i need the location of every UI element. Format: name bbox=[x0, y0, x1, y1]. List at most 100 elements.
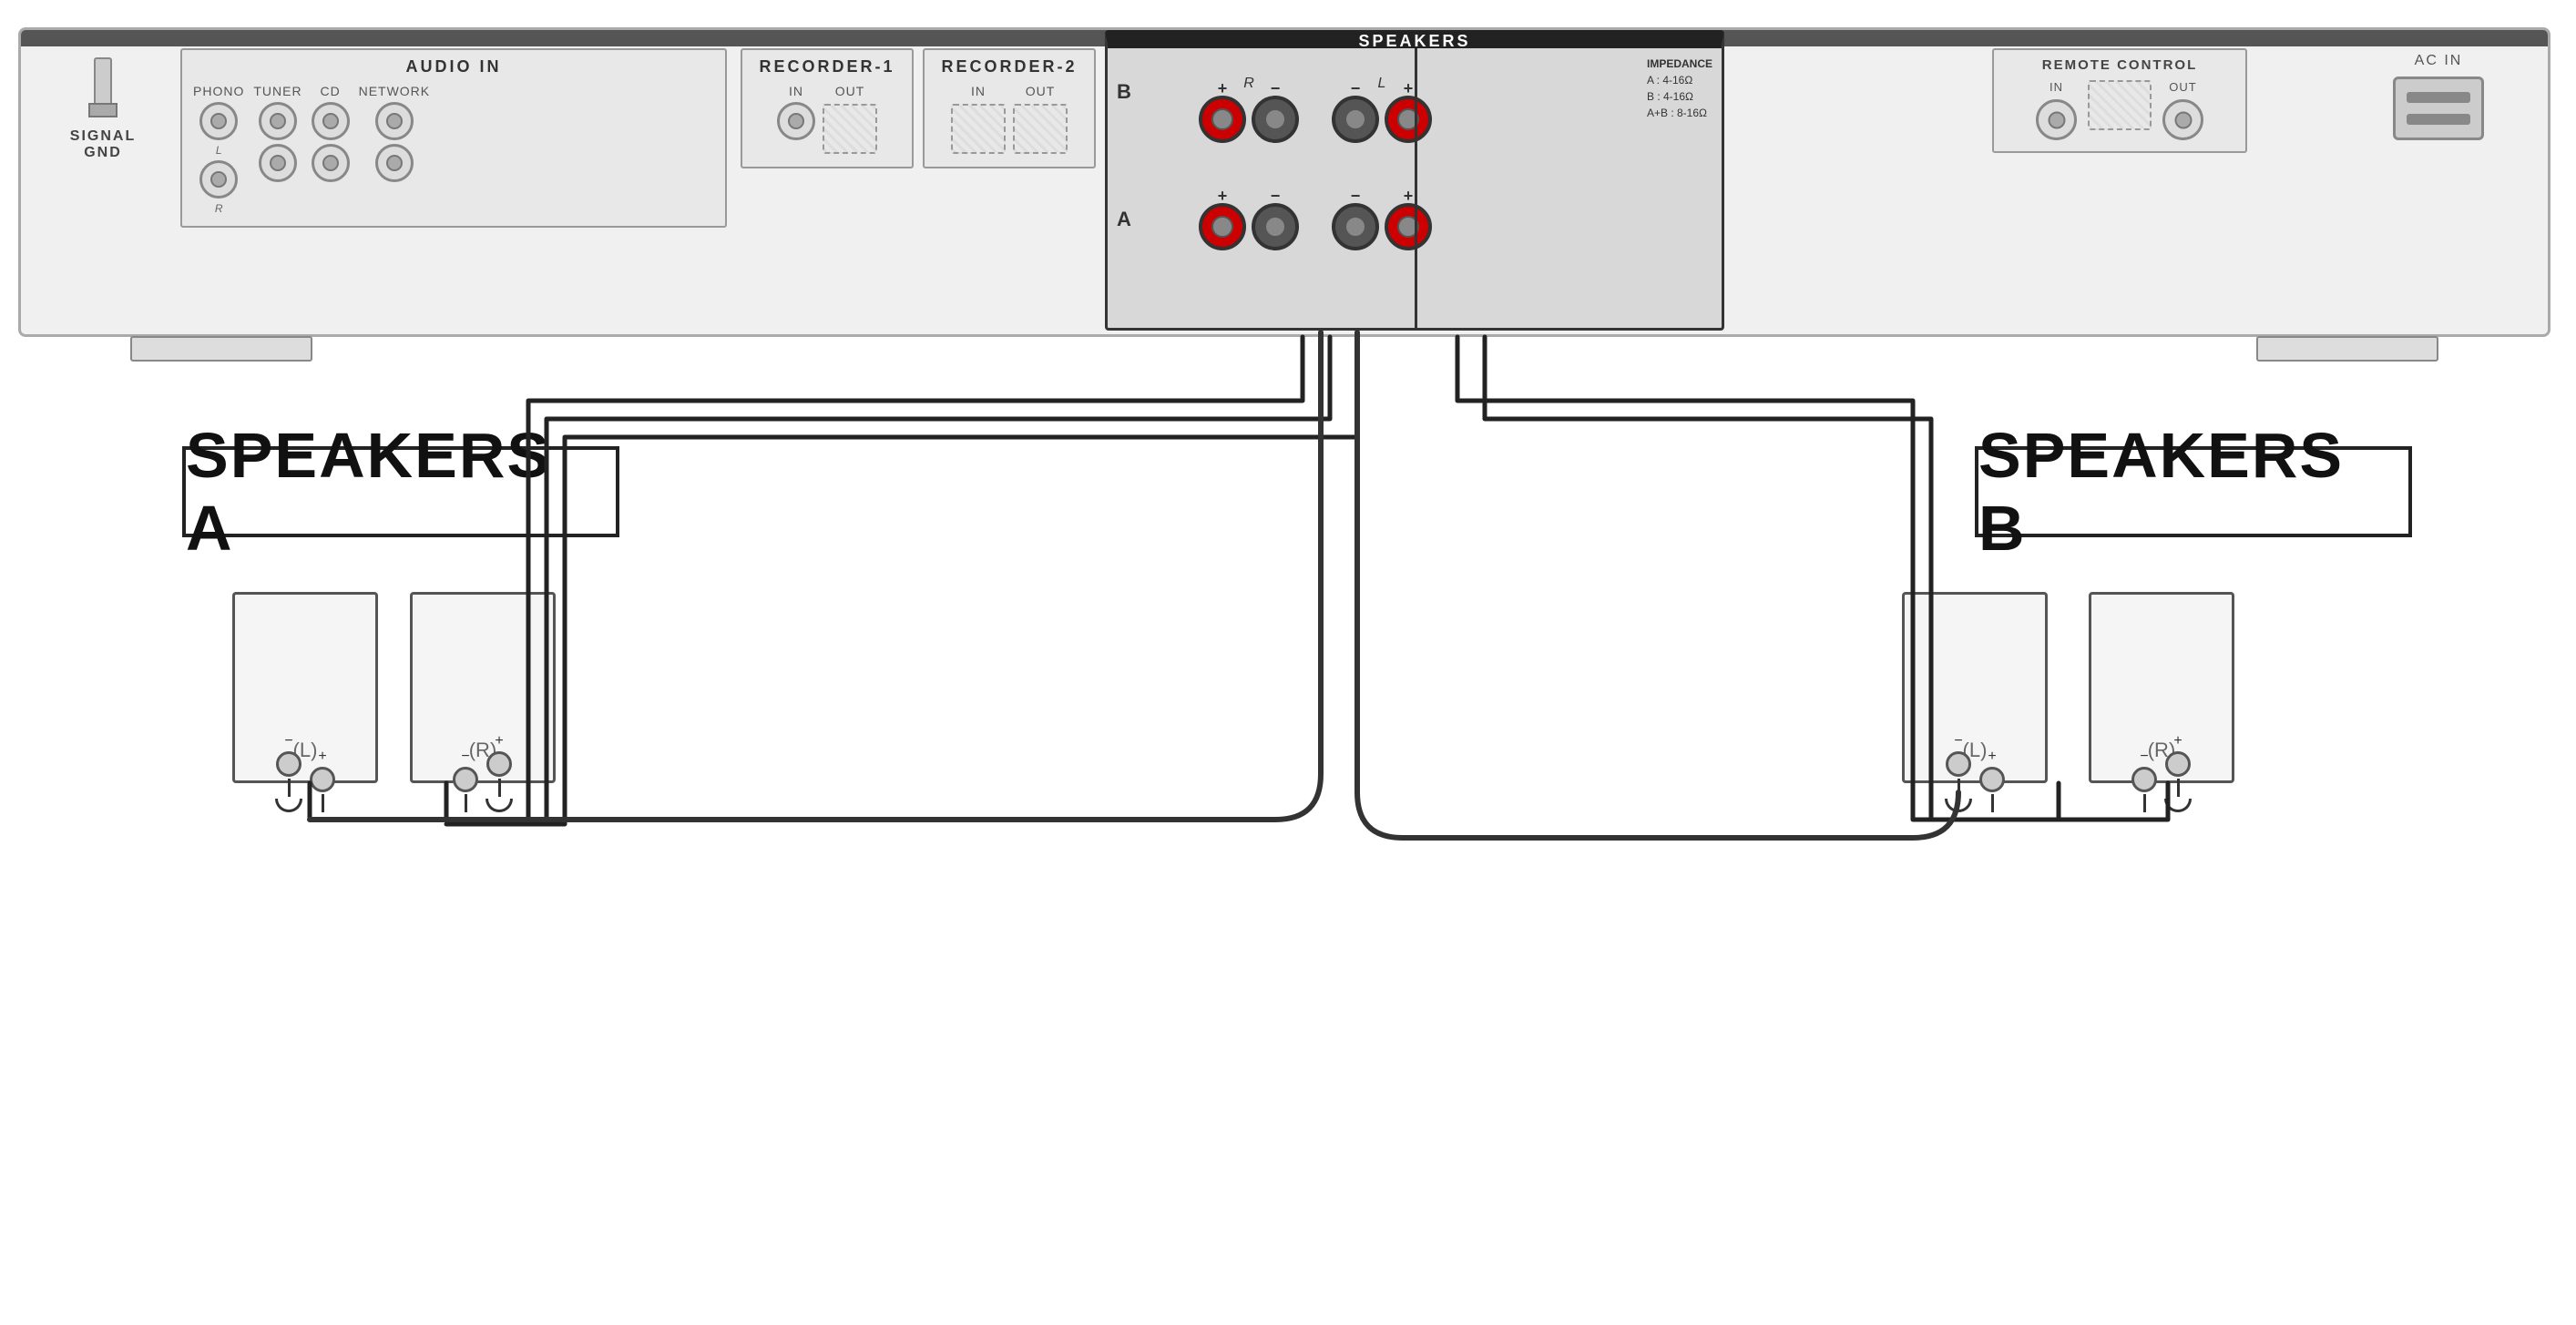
spk-b-r-plus[interactable] bbox=[1199, 96, 1246, 143]
amp-panel: SIGNALGND AUDIO IN PHONO L R bbox=[18, 27, 2550, 337]
recorder2-section: RECORDER-2 IN OUT bbox=[923, 48, 1096, 168]
spk-divider bbox=[1415, 48, 1417, 328]
spk-row-b-terminals: R + − L bbox=[1199, 76, 1709, 143]
network-jack-l bbox=[375, 102, 414, 140]
rec2-out-col: OUT bbox=[1013, 84, 1068, 156]
spk-a-r-channel: + − bbox=[1199, 203, 1299, 250]
spk-b-right-minus-circle bbox=[2131, 767, 2157, 792]
spk-a-right-minus-terminal: − bbox=[453, 749, 478, 812]
remote-control-title: REMOTE CONTROL bbox=[2005, 57, 2234, 73]
ac-socket bbox=[2393, 76, 2484, 140]
spk-b-l-plus[interactable] bbox=[1385, 96, 1432, 143]
cd-jack-r bbox=[312, 144, 350, 182]
spk-b-l-minus[interactable] bbox=[1332, 96, 1379, 143]
tuner-col: TUNER bbox=[253, 84, 302, 182]
speakers-main: SPEAKERS IMPEDANCE A : 4-16Ω B : 4-16Ω A… bbox=[1105, 30, 1724, 331]
audio-in-section: AUDIO IN PHONO L R TUNER bbox=[180, 48, 727, 228]
spk-a-left-plus-wire bbox=[322, 794, 324, 812]
spk-b-r-pair: + − bbox=[1199, 96, 1299, 143]
recorder1-inout: IN OUT bbox=[751, 84, 903, 156]
signal-gnd-section: SIGNALGND bbox=[48, 57, 158, 161]
tuner-label: TUNER bbox=[253, 84, 302, 98]
spk-a-right-plus-wire bbox=[498, 779, 501, 797]
minus-sign-3: − bbox=[1954, 733, 1962, 749]
recorder2-inout: IN OUT bbox=[934, 84, 1085, 156]
rec2-tape-head-in bbox=[951, 104, 1006, 154]
spk-row-a-terminals: + − − bbox=[1199, 203, 1709, 250]
plus-sign-4: + bbox=[2173, 733, 2182, 749]
tuner-jack-l bbox=[259, 102, 297, 140]
speakers-b-label: SPEAKERS B bbox=[1978, 419, 2408, 565]
spk-row-a-label: A bbox=[1117, 208, 1131, 231]
recorder2-header: RECORDER-2 bbox=[934, 57, 1085, 76]
spk-a-r-pair: + − bbox=[1199, 203, 1299, 250]
remote-out-col: OUT bbox=[2162, 80, 2203, 140]
minus-sign-2: − bbox=[461, 749, 469, 765]
signal-gnd-label: SIGNALGND bbox=[48, 128, 158, 161]
impedance-label: IMPEDANCE bbox=[1647, 57, 1712, 70]
spk-b-left-minus-arc bbox=[1945, 799, 1972, 812]
spk-a-l-minus[interactable] bbox=[1332, 203, 1379, 250]
rec1-out-label: OUT bbox=[835, 84, 865, 98]
phono-l-label: L bbox=[216, 144, 222, 157]
plus-sign-3: + bbox=[1988, 749, 1996, 765]
spk-a-right-unit: (R) − + bbox=[410, 592, 556, 783]
rec2-out-label: OUT bbox=[1026, 84, 1056, 98]
plus-sign: + bbox=[318, 749, 326, 765]
rec1-out-col: OUT bbox=[823, 84, 877, 156]
remote-in-label: IN bbox=[2050, 80, 2063, 94]
spk-b-right-plus-circle bbox=[2165, 751, 2191, 777]
plus-sign-2: + bbox=[495, 733, 503, 749]
spk-b-r-channel: R + − bbox=[1199, 76, 1299, 143]
spk-b-r-minus[interactable] bbox=[1252, 96, 1299, 143]
spk-b-left-minus-wire bbox=[1958, 779, 1960, 797]
rec1-tape-head bbox=[823, 104, 877, 154]
spk-b-right-plus-terminal: + bbox=[2164, 733, 2192, 812]
cd-col: CD bbox=[312, 84, 350, 182]
spk-b-l-label: L bbox=[1378, 76, 1386, 92]
spk-a-l-plus[interactable] bbox=[1385, 203, 1432, 250]
spk-a-left-minus-terminal: − bbox=[275, 733, 302, 812]
phono-r-label: R bbox=[215, 202, 223, 215]
rec2-in-label: IN bbox=[971, 84, 986, 98]
phono-label: PHONO bbox=[193, 84, 244, 98]
spk-b-left-unit: (L) − + bbox=[1902, 592, 2048, 783]
spk-a-left-plus-terminal: + bbox=[310, 749, 335, 812]
minus-sign: − bbox=[284, 733, 292, 749]
spk-b-left-minus-circle bbox=[1946, 751, 1971, 777]
spk-a-r-plus[interactable] bbox=[1199, 203, 1246, 250]
network-jack-r bbox=[375, 144, 414, 182]
ac-in-section: AC IN bbox=[2356, 53, 2520, 140]
rec1-in-jack bbox=[777, 102, 815, 140]
spk-a-left-unit: (L) − + bbox=[232, 592, 378, 783]
spk-a-right-plus-circle bbox=[486, 751, 512, 777]
speakers-a-box: SPEAKERS A bbox=[182, 446, 619, 537]
spk-row-b-label: B bbox=[1117, 80, 1131, 104]
phono-jack-l bbox=[199, 102, 238, 140]
spk-b-left-plus-wire bbox=[1991, 794, 1994, 812]
amp-foot-left bbox=[130, 336, 312, 362]
cd-label: CD bbox=[320, 84, 340, 98]
spk-b-left-minus-terminal: − bbox=[1945, 733, 1972, 812]
spk-a-right-minus-circle bbox=[453, 767, 478, 792]
rec2-tape-head-out bbox=[1013, 104, 1068, 154]
amp-foot-right bbox=[2256, 336, 2438, 362]
recorder1-header: RECORDER-1 bbox=[751, 57, 903, 76]
spk-a-left-plus-circle bbox=[310, 767, 335, 792]
remote-in-col: IN bbox=[2036, 80, 2077, 140]
ac-slot-1 bbox=[2407, 92, 2470, 103]
spk-a-left-minus-arc bbox=[275, 799, 302, 812]
signal-gnd-post bbox=[85, 57, 121, 121]
spk-a-right-terminals: − + bbox=[453, 733, 513, 812]
spk-a-right-minus-wire bbox=[465, 794, 467, 812]
spk-b-right-terminals: − + bbox=[2131, 733, 2192, 812]
spk-b-right-minus-wire bbox=[2143, 794, 2146, 812]
tuner-jack-r bbox=[259, 144, 297, 182]
remote-out-label: OUT bbox=[2169, 80, 2196, 94]
spk-a-r-minus[interactable] bbox=[1252, 203, 1299, 250]
speakers-b-box: SPEAKERS B bbox=[1975, 446, 2412, 537]
spk-b-right-minus-terminal: − bbox=[2131, 749, 2157, 812]
spk-b-r-label: R bbox=[1243, 76, 1254, 92]
spk-b-right-plus-arc bbox=[2164, 799, 2192, 812]
audio-in-header: AUDIO IN bbox=[193, 57, 714, 76]
